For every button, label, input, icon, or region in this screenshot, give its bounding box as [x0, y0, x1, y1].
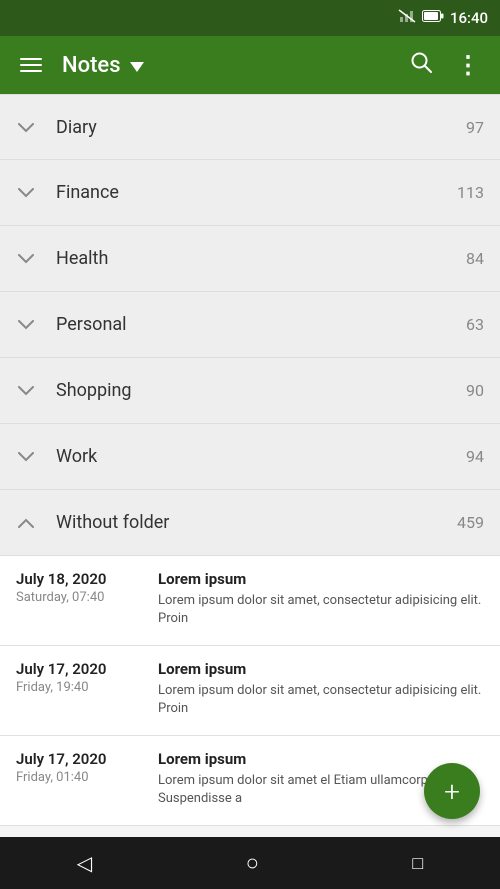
chevron-down-icon: [16, 183, 36, 202]
category-count: 63: [466, 315, 484, 334]
note-date-main: July 17, 2020: [16, 750, 146, 768]
note-date-main: July 18, 2020: [16, 570, 146, 588]
toolbar-actions: ⋮: [406, 47, 484, 83]
category-count: 90: [466, 381, 484, 400]
back-button[interactable]: ◁: [69, 843, 100, 883]
category-count: 113: [457, 183, 484, 202]
note-date-sub: Saturday, 07:40: [16, 590, 146, 605]
note-title: Lorem ipsum: [158, 570, 484, 588]
battery-icon: [422, 10, 444, 26]
status-bar: 16:40: [0, 0, 500, 36]
category-name: Shopping: [56, 380, 466, 401]
chevron-down-icon: [16, 381, 36, 400]
category-name: Without folder: [56, 512, 457, 533]
note-title: Lorem ipsum: [158, 660, 484, 678]
note-date-sub: Friday, 01:40: [16, 770, 146, 785]
search-button[interactable]: [406, 47, 436, 83]
note-item[interactable]: July 18, 2020 Saturday, 07:40 Lorem ipsu…: [0, 556, 500, 646]
note-item[interactable]: July 17, 2020 Friday, 19:40 Lorem ipsum …: [0, 646, 500, 736]
category-name: Work: [56, 446, 466, 467]
home-button[interactable]: ○: [238, 842, 267, 884]
recents-button[interactable]: □: [404, 845, 431, 882]
note-content: Lorem ipsum Lorem ipsum dolor sit amet, …: [158, 660, 484, 721]
chevron-down-icon: [16, 447, 36, 466]
note-date: July 17, 2020 Friday, 19:40: [16, 660, 146, 721]
signal-icon: [398, 9, 416, 27]
note-preview: Lorem ipsum dolor sit amet, consectetur …: [158, 592, 484, 628]
menu-button[interactable]: [16, 54, 46, 76]
category-row-shopping[interactable]: Shopping 90: [0, 358, 500, 424]
category-count: 97: [466, 118, 484, 137]
nav-bar: ◁ ○ □: [0, 837, 500, 889]
add-note-button[interactable]: +: [424, 763, 480, 819]
note-date-sub: Friday, 19:40: [16, 680, 146, 695]
category-name: Health: [56, 248, 466, 269]
toolbar-title: Notes: [62, 53, 390, 78]
toolbar: Notes ⋮: [0, 36, 500, 94]
category-row-work[interactable]: Work 94: [0, 424, 500, 490]
note-date: July 18, 2020 Saturday, 07:40: [16, 570, 146, 631]
note-preview: Lorem ipsum dolor sit amet, consectetur …: [158, 682, 484, 718]
category-row-personal[interactable]: Personal 63: [0, 292, 500, 358]
category-count: 84: [466, 249, 484, 268]
note-date: July 17, 2020 Friday, 01:40: [16, 750, 146, 811]
category-count: 459: [457, 513, 484, 532]
category-count: 94: [466, 447, 484, 466]
note-title: Lorem ipsum: [158, 750, 484, 768]
sort-indicator: [130, 62, 144, 72]
chevron-down-icon: [16, 315, 36, 334]
more-options-button[interactable]: ⋮: [452, 49, 484, 81]
chevron-down-icon: [16, 249, 36, 268]
chevron-up-icon: [16, 513, 36, 532]
category-name: Diary: [56, 117, 466, 138]
status-time: 16:40: [450, 9, 488, 27]
category-row-without-folder[interactable]: Without folder 459: [0, 490, 500, 556]
note-content: Lorem ipsum Lorem ipsum dolor sit amet, …: [158, 570, 484, 631]
category-row-finance[interactable]: Finance 113: [0, 160, 500, 226]
category-row-diary[interactable]: Diary 97: [0, 94, 500, 160]
category-name: Finance: [56, 182, 457, 203]
note-date-main: July 17, 2020: [16, 660, 146, 678]
category-name: Personal: [56, 314, 466, 335]
content-area: Diary 97 Finance 113 Health 84: [0, 94, 500, 837]
category-row-health[interactable]: Health 84: [0, 226, 500, 292]
chevron-down-icon: [16, 118, 36, 137]
